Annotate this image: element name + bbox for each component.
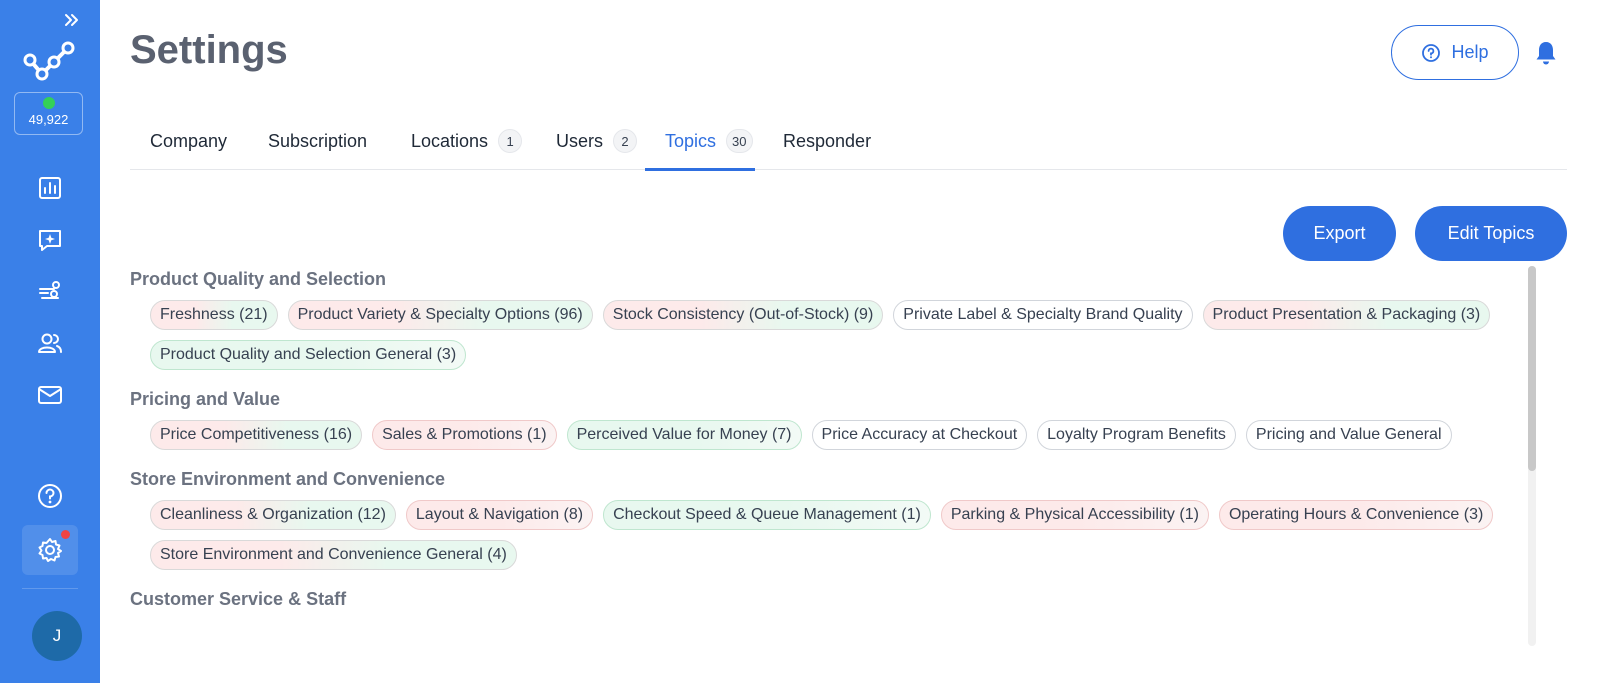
logo-icon[interactable]	[22, 40, 78, 84]
settings-nav-item[interactable]	[22, 525, 78, 575]
topic-chip[interactable]: Pricing and Value General	[1245, 420, 1452, 450]
topic-section: Store Environment and Convenience Cleanl…	[130, 466, 1560, 570]
status-dot	[42, 97, 55, 109]
mail-icon[interactable]	[36, 381, 64, 409]
gear-icon	[36, 536, 64, 564]
tab-subscription[interactable]: Subscription	[268, 112, 367, 170]
sidebar-divider	[22, 588, 78, 589]
section-title: Product Quality and Selection	[130, 269, 387, 289]
analytics-icon[interactable]	[36, 174, 64, 202]
credits-badge[interactable]: 49,922	[14, 92, 83, 135]
topic-chip[interactable]: Stock Consistency (Out-of-Stock) (9)	[602, 300, 884, 330]
topic-chip[interactable]: Perceived Value for Money (7)	[566, 420, 802, 450]
tab-users[interactable]: Users 2	[556, 112, 638, 170]
tab-count-badge: 1	[498, 129, 523, 153]
tab-label: Responder	[783, 130, 872, 151]
topic-section: Customer Service & Staff	[130, 586, 1560, 612]
sidebar: 49,922 J	[0, 0, 100, 683]
notification-dot	[61, 530, 70, 539]
topic-chip[interactable]: Parking & Physical Accessibility (1)	[940, 500, 1209, 530]
users-icon[interactable]	[36, 329, 64, 357]
topic-chip[interactable]: Operating Hours & Convenience (3)	[1218, 500, 1494, 530]
bell-icon[interactable]	[1533, 39, 1559, 67]
tab-responder[interactable]: Responder	[783, 112, 871, 170]
tab-label: Users	[556, 130, 604, 151]
help-circle-icon[interactable]	[36, 482, 64, 510]
tab-locations[interactable]: Locations 1	[411, 112, 523, 170]
topic-chip[interactable]: Price Accuracy at Checkout	[811, 420, 1028, 450]
scrollbar-thumb[interactable]	[1528, 266, 1536, 471]
page-title: Settings	[130, 28, 288, 72]
tab-label: Locations	[411, 130, 489, 151]
tab-count-badge: 2	[613, 129, 638, 153]
topic-section: Pricing and Value Price Competitiveness …	[130, 386, 1560, 450]
routing-icon[interactable]	[36, 277, 64, 305]
topic-chips: Price Competitiveness (16) Sales & Promo…	[130, 420, 1560, 450]
topic-chips: Freshness (21) Product Variety & Special…	[130, 300, 1560, 370]
help-button-label: Help	[1451, 42, 1489, 62]
topic-chip[interactable]: Private Label & Specialty Brand Quality	[893, 300, 1193, 330]
topic-chip[interactable]: Product Presentation & Packaging (3)	[1202, 300, 1491, 330]
export-button[interactable]: Export	[1283, 206, 1396, 261]
help-icon	[1421, 43, 1441, 63]
topic-chip[interactable]: Store Environment and Convenience Genera…	[150, 540, 517, 570]
topic-chip[interactable]: Layout & Navigation (8)	[405, 500, 594, 530]
section-title: Pricing and Value	[130, 389, 281, 409]
topic-chips: Cleanliness & Organization (12) Layout &…	[130, 500, 1560, 570]
edit-topics-button[interactable]: Edit Topics	[1415, 206, 1567, 261]
tab-company[interactable]: Company	[150, 112, 227, 170]
ai-messages-icon[interactable]	[36, 226, 64, 254]
topic-chip[interactable]: Loyalty Program Benefits	[1037, 420, 1236, 450]
topic-chip[interactable]: Cleanliness & Organization (12)	[150, 500, 396, 530]
settings-tabs: Company Subscription Locations 1 Users 2…	[130, 112, 1567, 171]
topic-chip[interactable]: Price Competitiveness (16)	[150, 420, 363, 450]
avatar[interactable]: J	[32, 611, 82, 661]
tab-label: Subscription	[268, 130, 368, 151]
topic-chip[interactable]: Checkout Speed & Queue Management (1)	[603, 500, 931, 530]
topic-chip[interactable]: Product Variety & Specialty Options (96)	[287, 300, 593, 330]
topic-chip[interactable]: Product Quality and Selection General (3…	[150, 340, 467, 370]
topic-chip[interactable]: Sales & Promotions (1)	[372, 420, 557, 450]
expand-sidebar-icon[interactable]	[62, 10, 82, 30]
tab-count-badge: 30	[726, 129, 753, 153]
topics-list: Product Quality and Selection Freshness …	[130, 266, 1560, 646]
tab-topics[interactable]: Topics 30	[645, 112, 754, 171]
help-button[interactable]: Help	[1391, 25, 1519, 80]
credits-value: 49,922	[28, 112, 69, 127]
section-title: Customer Service & Staff	[130, 589, 347, 609]
scrollbar[interactable]	[1528, 266, 1536, 646]
topic-chip[interactable]: Freshness (21)	[150, 300, 278, 330]
section-title: Store Environment and Convenience	[130, 469, 446, 489]
topic-section: Product Quality and Selection Freshness …	[130, 266, 1560, 370]
tab-label: Company	[150, 130, 228, 151]
tab-label: Topics	[665, 130, 717, 151]
main-content: Settings Help Company Subscription Locat…	[100, 0, 1600, 683]
